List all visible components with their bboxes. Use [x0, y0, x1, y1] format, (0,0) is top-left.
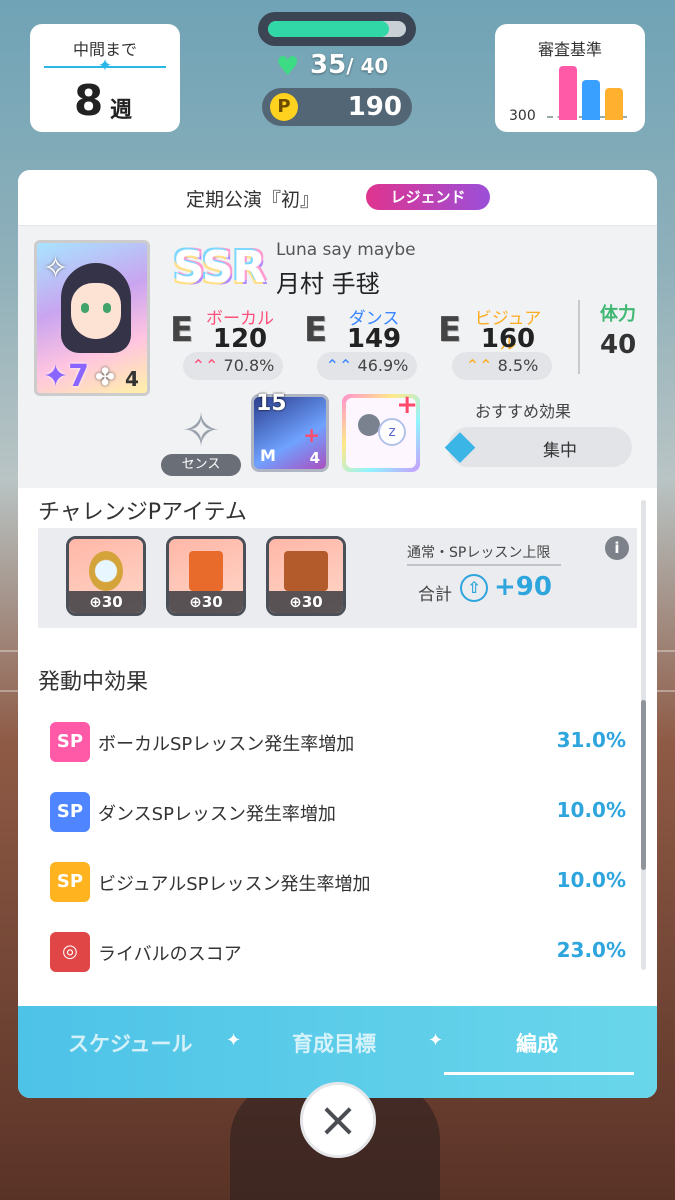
stat-vocal-growth: ⌃⌃ 70.8% — [183, 352, 283, 380]
stat-rank: E — [438, 310, 462, 350]
sparkle-icon: ✦ — [97, 56, 113, 76]
close-button[interactable]: × — [300, 1082, 376, 1158]
memory-card-item[interactable]: 15 + M 4 — [251, 391, 329, 472]
criteria-tick: 300 — [509, 108, 536, 124]
weeks-number: 8 — [74, 76, 104, 125]
close-icon: × — [317, 1092, 359, 1148]
idol-section: ✧ ✦7 ✤ 4 SSR Luna say maybe 月村 手毬 E ボーカル… — [18, 226, 657, 488]
tab-schedule[interactable]: スケジュール — [68, 1028, 193, 1058]
judging-criteria-box[interactable]: 審査基準 300 — [495, 24, 645, 132]
upgrade-icon: ⇧ — [460, 574, 488, 602]
sense-plan-icon: ✧ — [181, 403, 221, 457]
microphone-icon — [358, 414, 380, 436]
total-label: 合計 — [418, 585, 452, 605]
recommended-effect-label: おすすめ効果 — [475, 402, 572, 421]
sparkle-icon: ✦ — [428, 1030, 444, 1051]
idol-name: 月村 手毬 — [276, 270, 380, 298]
sense-star-icon: ✧ — [43, 251, 69, 286]
challenge-item-case[interactable]: ⊕30 — [266, 536, 346, 616]
stat-visual-growth: ⌃⌃ 8.5% — [452, 352, 552, 380]
effect-label: ビジュアルSPレッスン発生率増加 — [98, 874, 371, 895]
stat-rank: E — [170, 310, 194, 350]
effect-label: ボーカルSPレッスン発生率増加 — [98, 734, 355, 755]
tab-training-goal[interactable]: 育成目標 — [292, 1028, 376, 1058]
criteria-bar-visual — [605, 88, 623, 120]
panel-header: 定期公演『初』 レジェンド — [18, 170, 657, 226]
stamina-bar — [258, 12, 416, 46]
heart-icon: ♥ — [276, 52, 300, 82]
clover-icon: ✤ — [95, 363, 116, 391]
target-icon: ◎ — [50, 932, 90, 972]
stamina-label: 体力 — [600, 304, 636, 325]
recommended-effect-pill[interactable]: ◆ 集中 — [445, 423, 632, 467]
challenge-items-box: ⊕30 ⊕30 ⊕30 通常・SPレッスン上限 合計 ⇧ +90 i — [38, 528, 637, 628]
difficulty-tag: レジェンド — [366, 184, 490, 210]
criteria-bar-vocal — [559, 66, 577, 120]
sparkle-icon: ✦ — [226, 1030, 242, 1051]
plus-icon: + — [303, 423, 320, 447]
challenge-items-title: チャレンジPアイテム — [38, 500, 247, 525]
sense-plan-label: センス — [161, 454, 241, 476]
effect-label: ダンスSPレッスン発生率増加 — [98, 804, 336, 825]
vocal-sp-icon: SP — [50, 722, 90, 762]
card-level: ✦7 — [43, 359, 90, 394]
effect-value: 10.0% — [556, 868, 626, 892]
stamina-value: 40 — [600, 330, 637, 360]
effect-row: ◎ ライバルのスコア 23.0% — [50, 928, 626, 978]
effect-label: ライバルのスコア — [98, 944, 242, 965]
m-badge: M — [260, 446, 276, 465]
performance-title: 定期公演『初』 — [186, 189, 320, 211]
stat-value: 149 — [346, 324, 402, 354]
criteria-label: 審査基準 — [537, 40, 602, 59]
effect-value: 31.0% — [556, 728, 626, 752]
stamina-text: 35/ 40 — [310, 50, 389, 80]
scrollbar-thumb[interactable] — [641, 700, 646, 870]
visual-sp-icon: SP — [50, 862, 90, 902]
card-clover-count: 4 — [125, 367, 139, 391]
stat-value: 160 — [480, 324, 536, 354]
sleep-bubble-icon: z — [378, 418, 406, 446]
effect-row: SP ボーカルSPレッスン発生率増加 31.0% — [50, 718, 626, 768]
recommended-effect-value: 集中 — [543, 441, 577, 461]
challenge-item-mirror[interactable]: ⊕30 — [66, 536, 146, 616]
effect-row: SP ダンスSPレッスン発生率増加 10.0% — [50, 788, 626, 838]
info-panel: 定期公演『初』 レジェンド ✧ ✦7 ✤ 4 SSR Luna say mayb… — [18, 170, 657, 1098]
card-subtitle: Luna say maybe — [276, 240, 416, 260]
active-tab-indicator — [444, 1072, 634, 1075]
p-points-display: P 190 — [262, 88, 412, 126]
criteria-bar-dance — [582, 80, 600, 120]
stat-rank: E — [304, 310, 328, 350]
idol-card-portrait[interactable]: ✧ ✦7 ✤ 4 — [34, 240, 150, 396]
plus-circle-icon: ⊕ — [189, 593, 202, 611]
info-icon[interactable]: i — [605, 536, 629, 560]
total-value: +90 — [494, 572, 552, 602]
memory-card-count: 4 — [309, 449, 320, 467]
effect-row: SP ビジュアルSPレッスン発生率増加 10.0% — [50, 858, 626, 908]
focus-effect-icon: ◆ — [444, 422, 476, 468]
stat-dance-growth: ⌃⌃ 46.9% — [317, 352, 417, 380]
effect-value: 23.0% — [556, 938, 626, 962]
scrollbar[interactable] — [641, 500, 646, 970]
active-effects-title: 発動中効果 — [38, 670, 149, 695]
plus-circle-icon: ⊕ — [289, 593, 302, 611]
weeks-unit: 週 — [110, 98, 133, 123]
stamina-bar-fill — [268, 21, 389, 37]
rarity-badge: SSR — [173, 242, 266, 293]
challenge-item-book[interactable]: ⊕30 — [166, 536, 246, 616]
dance-sp-icon: SP — [50, 792, 90, 832]
plus-icon: + — [396, 390, 418, 420]
plus-circle-icon: ⊕ — [89, 593, 102, 611]
p-coin-icon: P — [270, 93, 298, 121]
lesson-limit-label: 通常・SPレッスン上限 — [407, 545, 551, 561]
memory-card-level: 15 — [256, 391, 287, 416]
effect-value: 10.0% — [556, 798, 626, 822]
stat-value: 120 — [212, 324, 268, 354]
p-item-card[interactable]: z + — [342, 390, 420, 472]
weeks-remaining-box: 中間まで ✦ 8 週 — [30, 24, 180, 132]
tab-formation[interactable]: 編成 — [516, 1028, 558, 1058]
p-points-value: 190 — [347, 92, 402, 122]
